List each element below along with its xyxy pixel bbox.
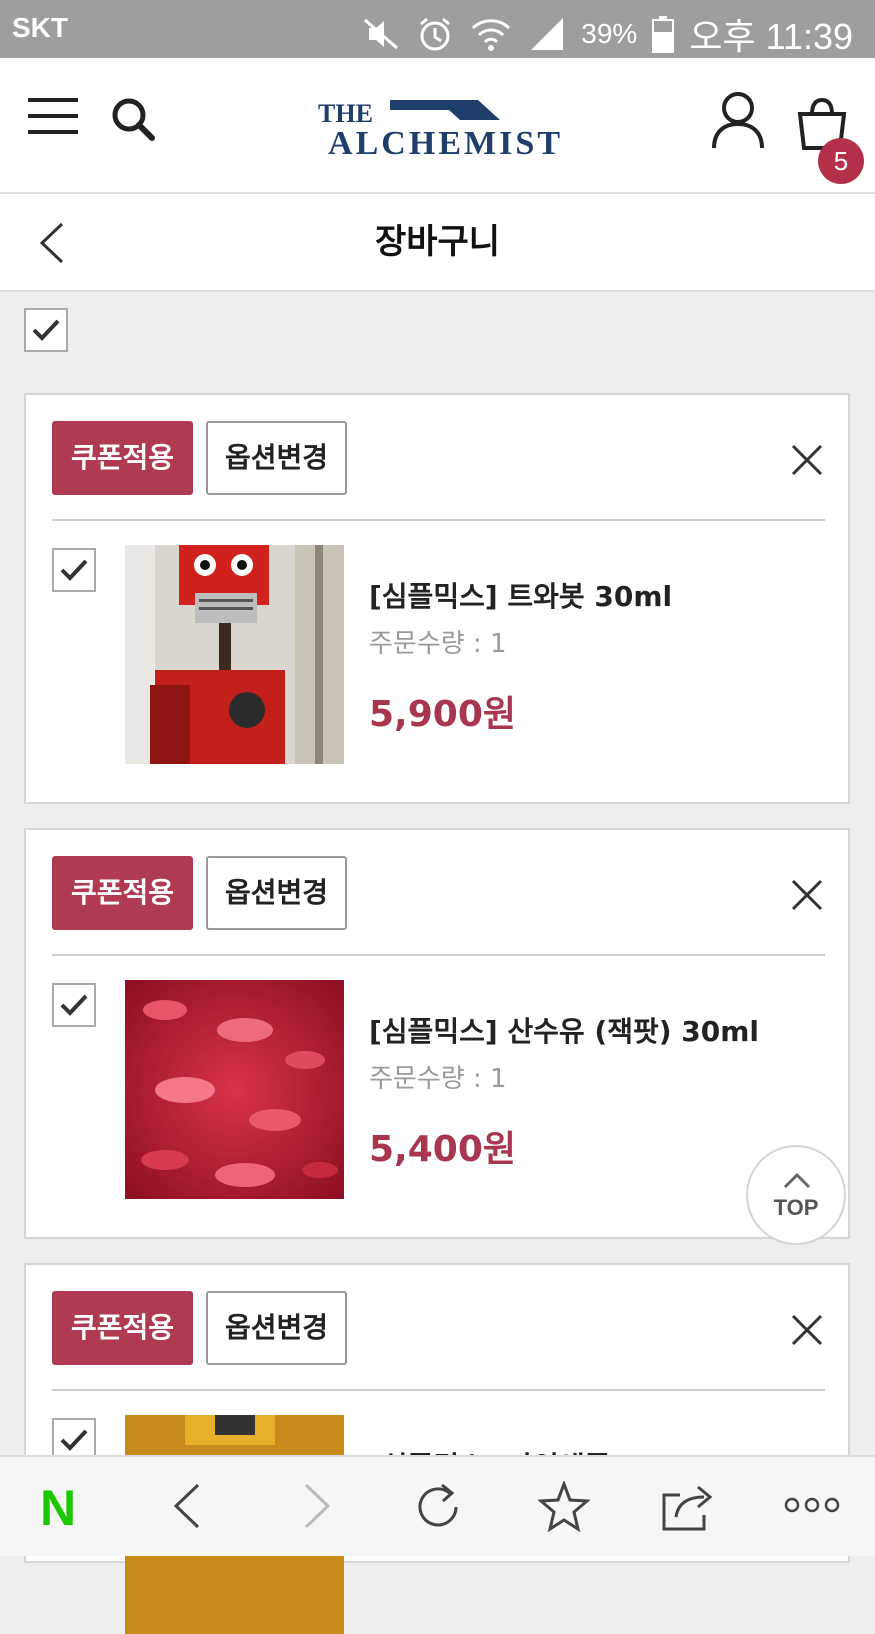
top-label: TOP	[773, 1195, 819, 1220]
divider	[52, 954, 825, 956]
product-price: 5,400원	[369, 1129, 516, 1170]
more-icon[interactable]	[784, 1495, 840, 1515]
battery-percent: 39%	[581, 18, 638, 49]
site-header: THE ALCHEMIST 5	[0, 58, 875, 194]
item-checkbox[interactable]	[52, 548, 96, 592]
browser-toolbar: N	[0, 1455, 875, 1556]
status-icons: 39% 오후 11:39	[361, 8, 853, 60]
logo-line2: ALCHEMIST	[328, 125, 560, 158]
alarm-icon	[420, 17, 451, 51]
checkmark-icon	[32, 319, 60, 341]
forward-icon[interactable]	[300, 1481, 334, 1531]
item-checkbox[interactable]	[52, 983, 96, 1027]
clock: 오후 11:39	[689, 16, 853, 57]
logo-line1: THE	[318, 99, 373, 128]
page-title: 장바구니	[374, 222, 501, 262]
naver-n-icon[interactable]: N	[38, 1481, 88, 1531]
naver-label: N	[40, 1481, 76, 1531]
search-icon[interactable]	[108, 94, 158, 144]
user-icon[interactable]	[710, 90, 766, 150]
cart-count-badge: 5	[818, 138, 864, 184]
apply-coupon-button[interactable]: 쿠폰적용	[52, 1291, 193, 1365]
order-quantity: 주문수량 : 1	[369, 629, 507, 659]
checkmark-icon	[60, 559, 88, 581]
menu-icon[interactable]	[28, 96, 78, 136]
title-bar: 장바구니	[0, 194, 875, 292]
chevron-up-icon	[783, 1172, 811, 1189]
share-icon[interactable]	[660, 1481, 716, 1533]
close-icon[interactable]	[790, 1313, 824, 1347]
product-price: 5,900원	[369, 694, 516, 735]
cart-item-card: 쿠폰적용 옵션변경 [심플믹스] 트와봇 30ml 주문수량 : 1 5,900…	[24, 393, 850, 804]
order-quantity: 주문수량 : 1	[369, 1064, 507, 1094]
status-bar: SKT 39% 오후 11:39	[0, 0, 875, 58]
change-option-button[interactable]: 옵션변경	[206, 1291, 347, 1365]
divider	[52, 1389, 825, 1391]
back-icon[interactable]	[170, 1481, 204, 1531]
mute-icon	[364, 18, 399, 50]
signal-icon	[531, 18, 564, 50]
change-option-button[interactable]: 옵션변경	[206, 856, 347, 930]
refresh-icon[interactable]	[412, 1481, 464, 1533]
divider	[52, 519, 825, 521]
apply-coupon-button[interactable]: 쿠폰적용	[52, 421, 193, 495]
apply-coupon-button[interactable]: 쿠폰적용	[52, 856, 193, 930]
site-logo[interactable]: THE ALCHEMIST	[318, 96, 562, 158]
battery-icon	[652, 16, 675, 53]
close-icon[interactable]	[790, 443, 824, 477]
product-name[interactable]: [심플믹스] 트와봇 30ml	[369, 575, 672, 615]
product-image[interactable]	[125, 545, 344, 764]
wifi-icon	[472, 19, 511, 51]
close-icon[interactable]	[790, 878, 824, 912]
product-name[interactable]: [심플믹스] 산수유 (잭팟) 30ml	[369, 1010, 759, 1050]
scroll-top-button[interactable]: TOP	[746, 1145, 846, 1245]
checkmark-icon	[60, 994, 88, 1016]
select-all-checkbox[interactable]	[24, 308, 68, 352]
cart-item-card: 쿠폰적용 옵션변경 [심플믹스] 산수유 (잭팟) 30ml 주문수량 : 1 …	[24, 828, 850, 1239]
checkmark-icon	[60, 1429, 88, 1451]
change-option-button[interactable]: 옵션변경	[206, 421, 347, 495]
product-image[interactable]	[125, 980, 344, 1199]
star-icon[interactable]	[538, 1481, 590, 1533]
carrier-label: SKT	[12, 12, 68, 43]
